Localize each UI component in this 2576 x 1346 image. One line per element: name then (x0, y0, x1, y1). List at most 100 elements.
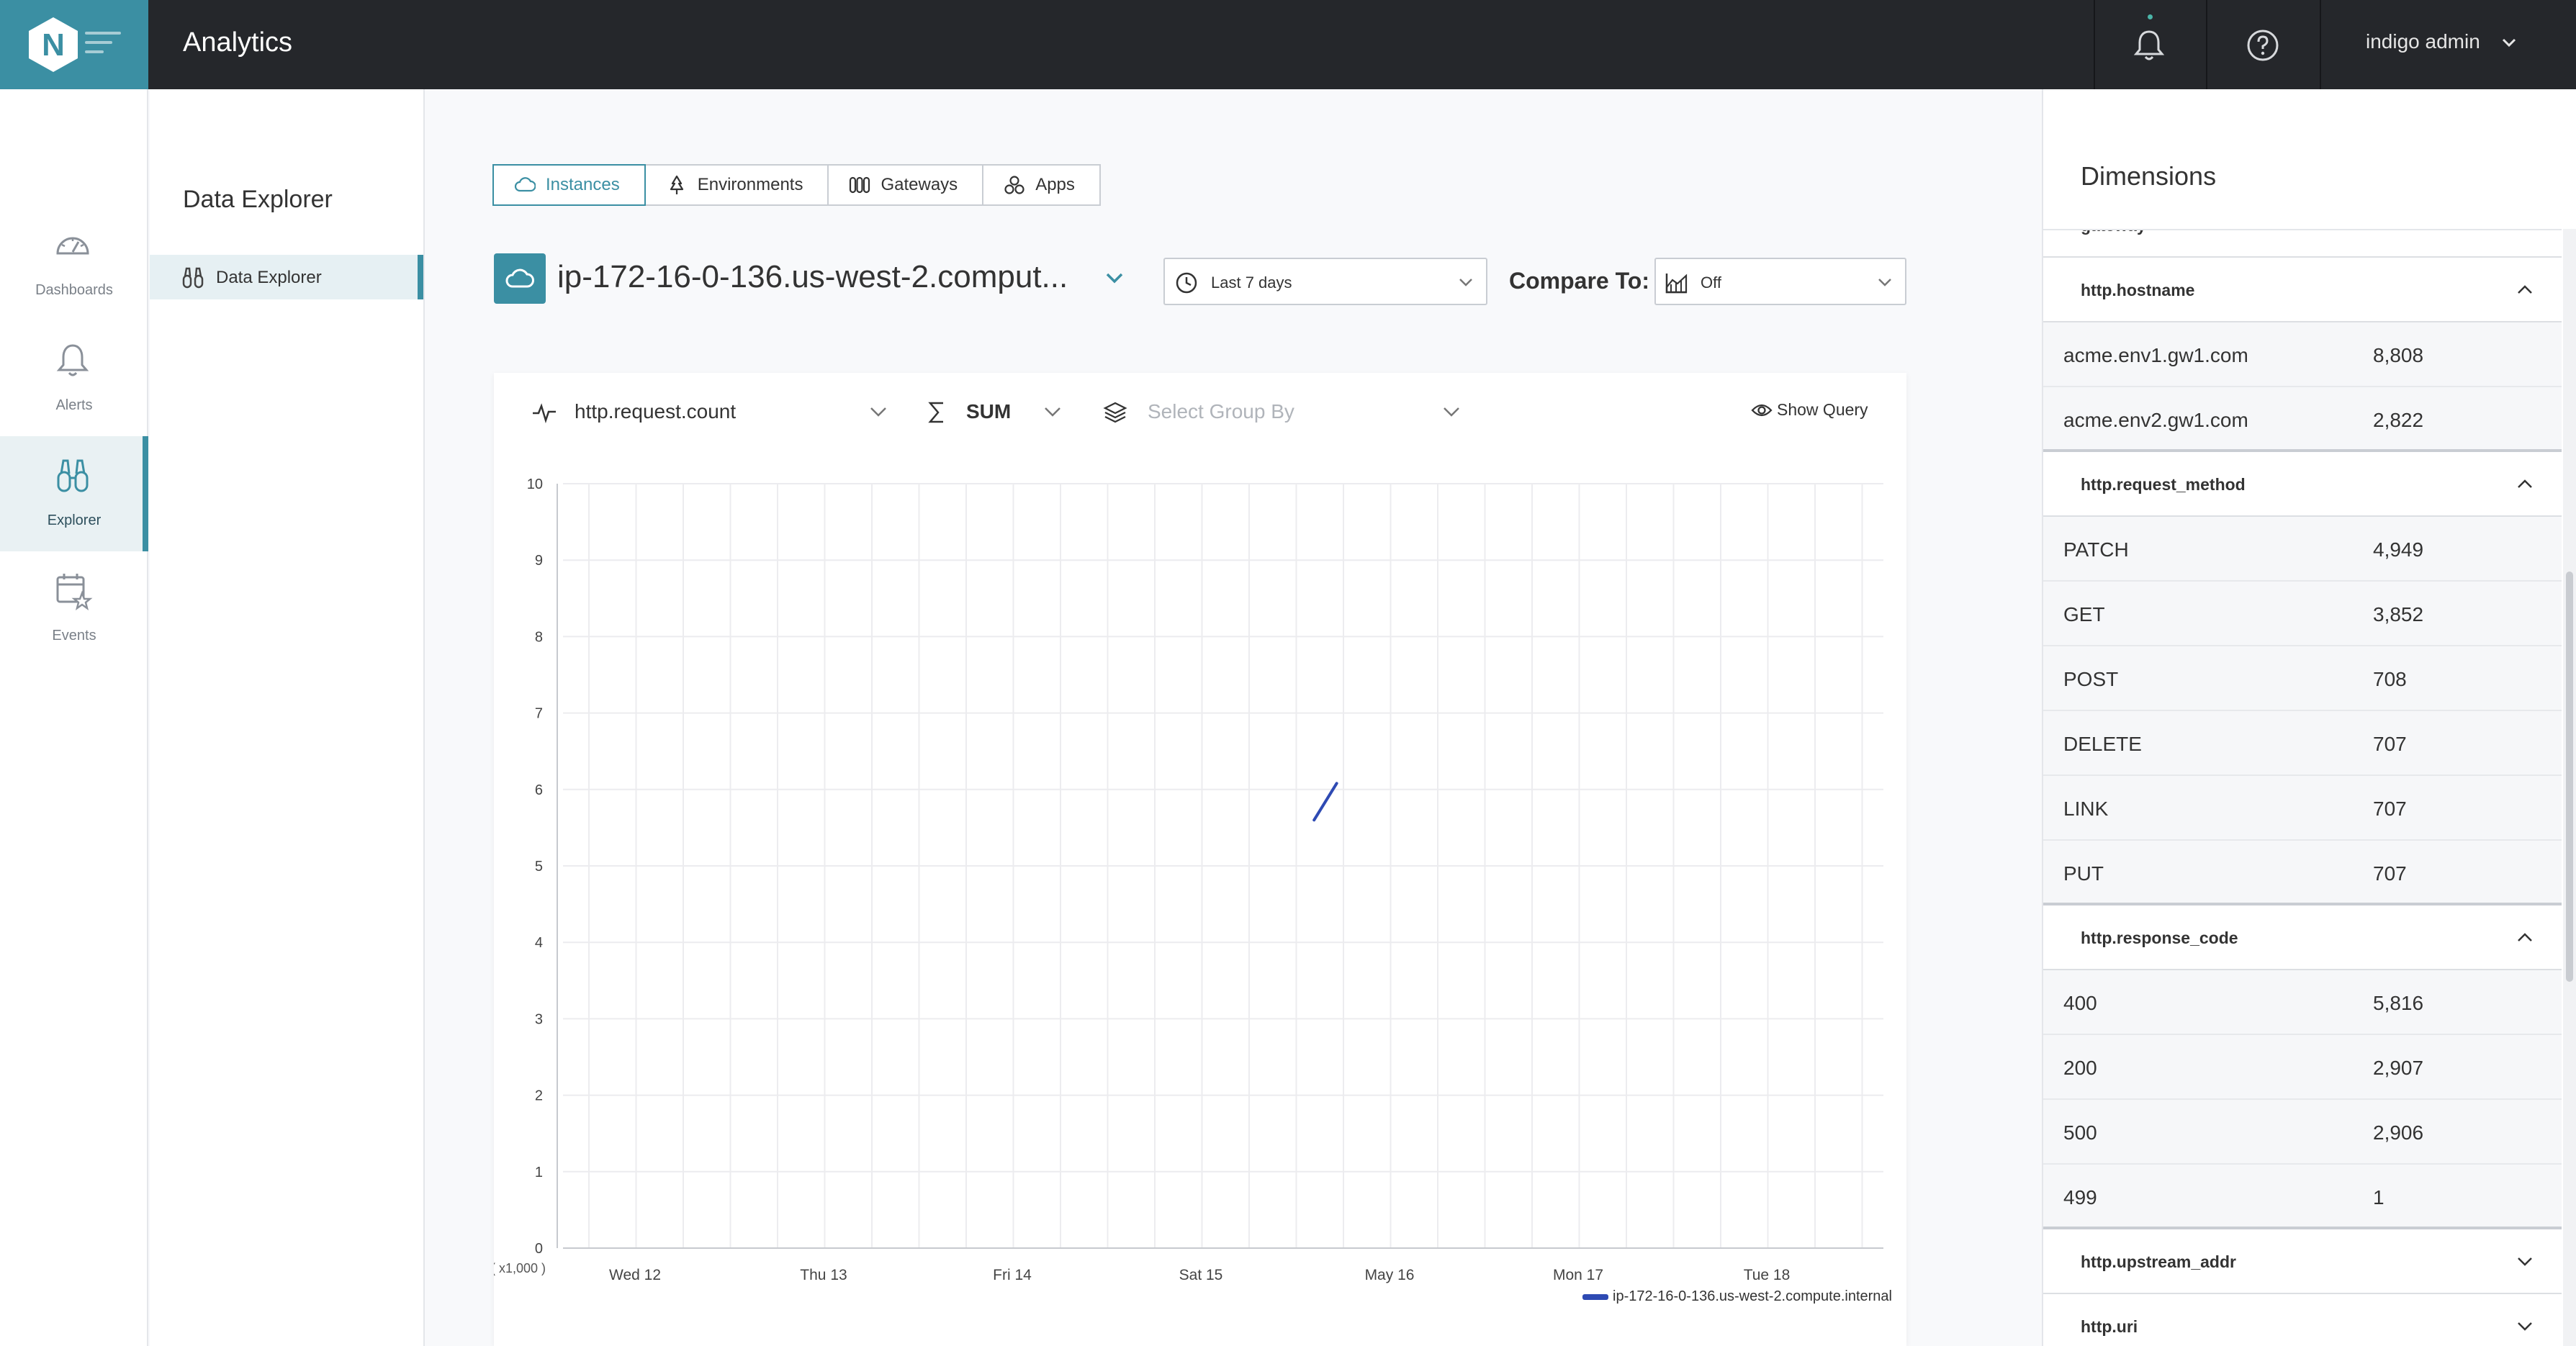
dimension-value-row[interactable]: DELETE 707 (2043, 711, 2562, 776)
chevron-down-icon[interactable] (1441, 403, 1462, 420)
apps-icon (1004, 176, 1024, 194)
eye-icon (1751, 404, 1773, 416)
dimension-value-row[interactable]: LINK 707 (2043, 776, 2562, 841)
dimension-value-row[interactable]: PUT 707 (2043, 841, 2562, 905)
compare-value: Off (1701, 274, 1721, 292)
dimension-header[interactable]: http.hostname (2043, 258, 2562, 322)
notifications-bell-icon[interactable] (2131, 27, 2167, 63)
dimension-header[interactable]: gateway (2043, 230, 2562, 258)
chevron-down-icon[interactable] (2500, 33, 2518, 52)
tab-label: Apps (1035, 175, 1075, 194)
group-by-select[interactable]: Select Group By (1148, 400, 1294, 423)
metric-select[interactable]: http.request.count (575, 400, 736, 423)
dimension-header[interactable]: http.response_code (2043, 905, 2562, 970)
nav-item-dashboards[interactable]: Dashboards (0, 206, 148, 321)
dimension-value-row[interactable]: acme.env2.gw1.com 2,822 (2043, 387, 2562, 452)
dimension-value: acme.env1.gw1.com (2063, 344, 2248, 366)
dimensions-list[interactable]: gateway http.hostname acme.env1.gw1.com 8,8… (2043, 229, 2562, 1346)
gateway-icon (850, 176, 870, 194)
chevron-down-icon (1459, 279, 1472, 286)
dimension-value-row[interactable]: 400 5,816 (2043, 970, 2562, 1035)
instance-selector[interactable]: ip-172-16-0-136.us-west-2.comput... (557, 259, 1068, 295)
logo-menu-button[interactable]: N (0, 0, 148, 89)
notification-dot (2148, 14, 2153, 19)
tab-environments[interactable]: Environments (644, 164, 829, 206)
x-tick-label: Thu 13 (800, 1267, 847, 1283)
help-icon[interactable] (2245, 27, 2281, 63)
dimension-value: acme.env2.gw1.com (2063, 409, 2248, 431)
dimension-value-row[interactable]: PATCH 4,949 (2043, 517, 2562, 582)
subnav-title: Data Explorer (183, 186, 333, 213)
dimension-count: 2,907 (2373, 1057, 2424, 1079)
tab-instances[interactable]: Instances (492, 164, 646, 206)
dimension-count: 8,808 (2373, 344, 2424, 366)
scrollbar[interactable] (2563, 229, 2576, 1346)
nav-item-alerts[interactable]: Alerts (0, 321, 148, 436)
entity-tabs: Instances Environments Gateways Apps (492, 164, 1101, 206)
dimension-value: DELETE (2063, 733, 2142, 755)
show-query-label: Show Query (1777, 400, 1868, 419)
time-range-select[interactable]: Last 7 days (1163, 258, 1487, 305)
compare-select[interactable]: Off (1654, 258, 1906, 305)
dimension-value-row[interactable]: 499 1 (2043, 1165, 2562, 1229)
binoculars-icon (57, 459, 89, 492)
show-query-button[interactable]: Show Query (1751, 400, 1868, 420)
dimension-name: http.upstream_addr (2081, 1252, 2236, 1271)
line-chart: 0 1 2 3 4 5 6 7 8 9 10 ( x1,000 ) Wed 12 Thu 13 Fri 14… (494, 476, 1883, 1283)
cloud-icon (514, 177, 536, 192)
dimension-header[interactable]: http.uri (2043, 1294, 2562, 1346)
tab-label: Instances (546, 175, 620, 194)
dimension-count: 708 (2373, 668, 2407, 690)
subnav-item-label: Data Explorer (216, 268, 322, 287)
dimension-value-row[interactable]: 200 2,907 (2043, 1035, 2562, 1100)
y-unit-label: ( x1,000 ) (494, 1261, 546, 1275)
hamburger-icon (85, 32, 121, 56)
dimension-value-row[interactable]: 500 2,906 (2043, 1100, 2562, 1165)
nav-item-events[interactable]: Events (0, 551, 148, 667)
legend-swatch (1582, 1293, 1608, 1300)
chevron-down-icon[interactable] (868, 403, 888, 420)
divider (2094, 0, 2095, 89)
y-tick-label: 5 (535, 859, 543, 875)
dimension-header[interactable]: http.request_method (2043, 452, 2562, 517)
chevron-down-icon[interactable] (1103, 268, 1126, 288)
bell-icon (56, 344, 89, 376)
dimension-value-row[interactable]: GET 3,852 (2043, 582, 2562, 646)
dimension-value-row[interactable]: POST 708 (2043, 646, 2562, 711)
calendar-star-icon (56, 574, 93, 610)
y-tick-label: 10 (527, 476, 543, 492)
dimension-count: 707 (2373, 862, 2407, 885)
dimension-value: 500 (2063, 1121, 2097, 1144)
dimension-header[interactable]: http.upstream_addr (2043, 1229, 2562, 1294)
subnav-item-data-explorer[interactable]: Data Explorer (150, 255, 423, 299)
nav-item-label: Alerts (55, 397, 93, 413)
divider (2320, 0, 2321, 89)
dimension-count: 1 (2373, 1186, 2384, 1209)
primary-sidebar: Dashboards Alerts Explorer Events (0, 89, 148, 1346)
chevron-down-icon[interactable] (1042, 403, 1063, 420)
nav-item-label: Dashboards (35, 282, 113, 298)
chevron-down-icon (2518, 1322, 2532, 1331)
dimension-value: GET (2063, 603, 2105, 625)
chevron-down-icon (1878, 279, 1891, 286)
area-chart-icon (1665, 274, 1688, 294)
tab-apps[interactable]: Apps (982, 164, 1101, 206)
aggregation-select[interactable]: SUM (966, 400, 1011, 423)
dimension-name: http.hostname (2081, 281, 2195, 299)
dimension-value-row[interactable]: acme.env1.gw1.com 8,808 (2043, 322, 2562, 387)
user-menu[interactable]: indigo admin (2366, 30, 2480, 53)
scrollbar-thumb[interactable] (2566, 572, 2573, 982)
y-tick-label: 6 (535, 782, 543, 798)
nav-item-explorer[interactable]: Explorer (0, 436, 148, 551)
y-tick-label: 2 (535, 1088, 543, 1104)
tab-gateways[interactable]: Gateways (827, 164, 984, 206)
y-tick-label: 8 (535, 629, 543, 645)
dimension-count: 4,949 (2373, 538, 2424, 561)
y-tick-label: 1 (535, 1165, 543, 1180)
dimension-count: 5,816 (2373, 992, 2424, 1014)
y-tick-label: 4 (535, 935, 543, 951)
tab-label: Gateways (881, 175, 958, 194)
dimension-name: http.request_method (2081, 475, 2246, 494)
dimension-count: 2,822 (2373, 409, 2424, 431)
time-range-value: Last 7 days (1211, 274, 1292, 292)
